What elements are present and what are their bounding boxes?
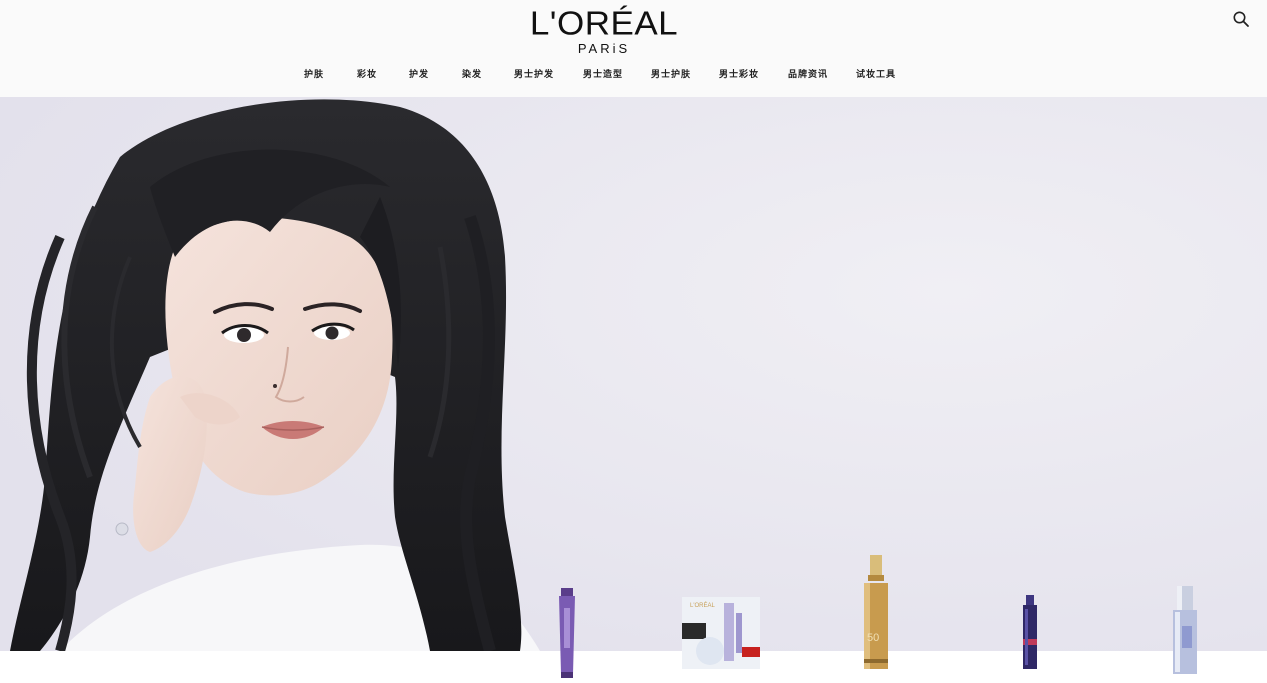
nav-item-men-styling[interactable]: 男士造型 <box>583 66 623 82</box>
svg-text:L'ORÉAL: L'ORÉAL <box>690 602 715 609</box>
product-night-serum[interactable] <box>1018 595 1042 673</box>
search-icon <box>1233 11 1249 27</box>
nav-item-haircare[interactable]: 护发 <box>409 66 429 82</box>
page: L'ORÉAL PARiS 护肤 彩妆 护发 染发 男士护发 男士造型 男士护肤… <box>0 0 1267 683</box>
product-eye-cream[interactable] <box>552 588 582 680</box>
search-button[interactable] <box>1232 10 1250 28</box>
svg-text:50: 50 <box>867 632 879 644</box>
product-clear-essence[interactable] <box>1168 586 1202 678</box>
nav-item-haircolor[interactable]: 染发 <box>462 66 482 82</box>
brand-name: L'ORÉAL <box>529 4 679 43</box>
nav-item-makeup[interactable]: 彩妆 <box>357 66 377 82</box>
nav-item-skincare[interactable]: 护肤 <box>304 66 324 82</box>
nav-item-men-skincare[interactable]: 男士护肤 <box>651 66 691 82</box>
site-header: L'ORÉAL PARiS 护肤 彩妆 护发 染发 男士护发 男士造型 男士护肤… <box>0 0 1267 97</box>
nav-item-brand-news[interactable]: 品牌资讯 <box>788 66 828 82</box>
brand-logo[interactable]: L'ORÉAL PARiS <box>520 6 688 56</box>
product-strip: L'ORÉAL 50 <box>0 540 1267 683</box>
product-mask-pack[interactable]: L'ORÉAL <box>680 595 764 673</box>
nav-item-men-haircare[interactable]: 男士护发 <box>514 66 554 82</box>
nav-item-men-makeup[interactable]: 男士彩妆 <box>719 66 759 82</box>
brand-sub: PARiS <box>577 41 631 56</box>
product-gold-serum[interactable]: 50 <box>858 555 894 673</box>
main-nav: 护肤 彩妆 护发 染发 男士护发 男士造型 男士护肤 男士彩妆 品牌资讯 试妆工… <box>0 66 1267 82</box>
nav-item-tryon-tools[interactable]: 试妆工具 <box>856 66 896 82</box>
